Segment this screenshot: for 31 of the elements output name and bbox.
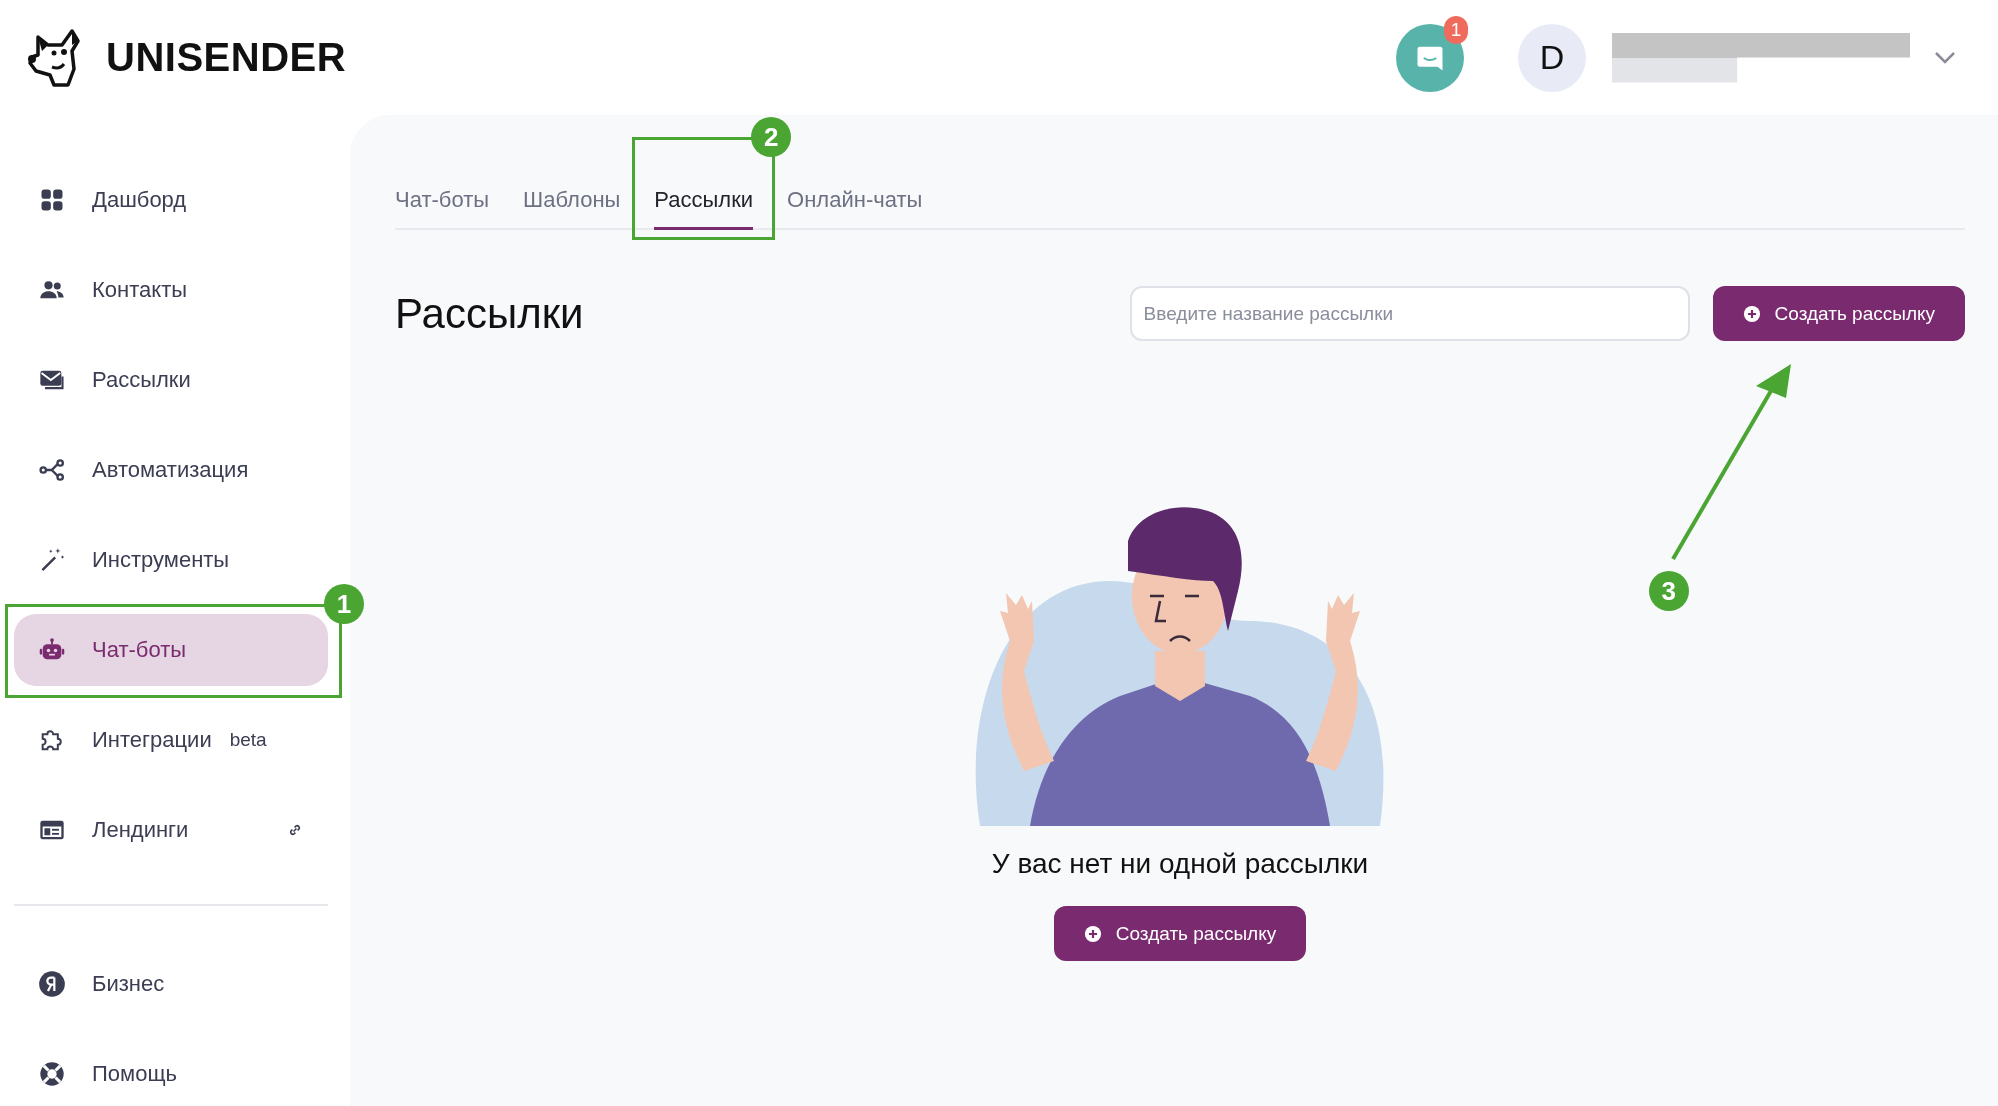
tab[interactable]: Рассылки xyxy=(654,177,754,230)
letter-badge-icon xyxy=(38,970,66,998)
tab[interactable]: Чат-боты xyxy=(395,177,490,230)
beta-tag: beta xyxy=(229,729,267,751)
callout-badge: 2 xyxy=(751,117,792,157)
nodes-icon xyxy=(38,456,66,484)
sidebar-item[interactable]: Автоматизация xyxy=(14,434,328,506)
tab[interactable]: Шаблоны xyxy=(523,177,621,230)
sidebar-item[interactable]: Рассылки xyxy=(14,344,328,416)
callout-badge: 1 xyxy=(324,584,364,624)
notification-badge: 1 xyxy=(1444,15,1468,44)
sidebar-item[interactable]: Помощь xyxy=(14,1038,328,1106)
search-field[interactable]: Введите название рассылки xyxy=(1129,286,1690,341)
sidebar-item[interactable]: Интеграции beta xyxy=(14,704,328,776)
sidebar-item[interactable]: Контакты xyxy=(14,254,328,326)
page-title: Рассылки xyxy=(395,289,585,338)
sidebar-item[interactable]: Дашборд xyxy=(14,164,328,236)
logo-text: UNISENDER xyxy=(106,35,347,80)
sidebar-item[interactable]: Бизнес xyxy=(14,948,328,1020)
create-mailing-button[interactable]: Создать рассылку xyxy=(1712,286,1965,341)
tab[interactable]: Онлайн-чаты xyxy=(787,177,923,230)
create-mailing-button[interactable]: Создать рассылку xyxy=(1053,906,1307,961)
plus-circle-icon xyxy=(1742,304,1761,323)
sidebar-item[interactable]: Лендинги xyxy=(14,794,328,866)
callout-badge: 3 xyxy=(1648,571,1689,611)
empty-state-message: У вас нет ни одной рассылки xyxy=(991,848,1369,880)
lifebuoy-icon xyxy=(38,1060,66,1088)
chevron-down-icon[interactable] xyxy=(1934,50,1956,65)
user-avatar[interactable]: D xyxy=(1518,23,1586,92)
plus-circle-icon xyxy=(1083,924,1102,943)
sidebar-item[interactable]: Чат-боты xyxy=(14,614,328,686)
